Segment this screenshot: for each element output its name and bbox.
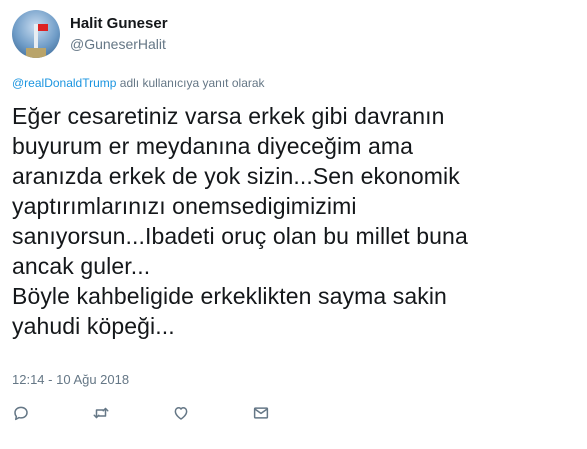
- reply-context: @realDonaldTrump adlı kullanıcıya yanıt …: [12, 76, 265, 90]
- reply-button[interactable]: [12, 400, 92, 426]
- tweet-card: Halit Guneser @GuneserHalit @realDonaldT…: [0, 0, 587, 449]
- display-name[interactable]: Halit Guneser: [70, 14, 168, 34]
- like-icon: [174, 407, 188, 420]
- tweet-actions: [12, 400, 332, 426]
- avatar-base: [26, 48, 46, 58]
- reply-icon: [14, 406, 28, 421]
- tweet-timestamp[interactable]: 12:14 - 10 Ağu 2018: [12, 372, 129, 387]
- reply-context-text: adlı kullanıcıya yanıt olarak: [116, 76, 265, 90]
- reply-mention-link[interactable]: @realDonaldTrump: [12, 76, 116, 90]
- avatar-flag: [38, 24, 48, 31]
- user-handle[interactable]: @GuneserHalit: [70, 34, 168, 54]
- tweet-text: Eğer cesaretiniz varsa erkek gibi davran…: [12, 103, 468, 339]
- tweet-header: Halit Guneser @GuneserHalit: [12, 10, 168, 58]
- direct-message-icon: [253, 407, 269, 419]
- like-button[interactable]: [172, 400, 252, 426]
- retweet-icon: [93, 407, 109, 419]
- retweet-button[interactable]: [92, 400, 172, 426]
- user-names: Halit Guneser @GuneserHalit: [70, 14, 168, 54]
- avatar[interactable]: [12, 10, 60, 58]
- direct-message-button[interactable]: [252, 400, 332, 426]
